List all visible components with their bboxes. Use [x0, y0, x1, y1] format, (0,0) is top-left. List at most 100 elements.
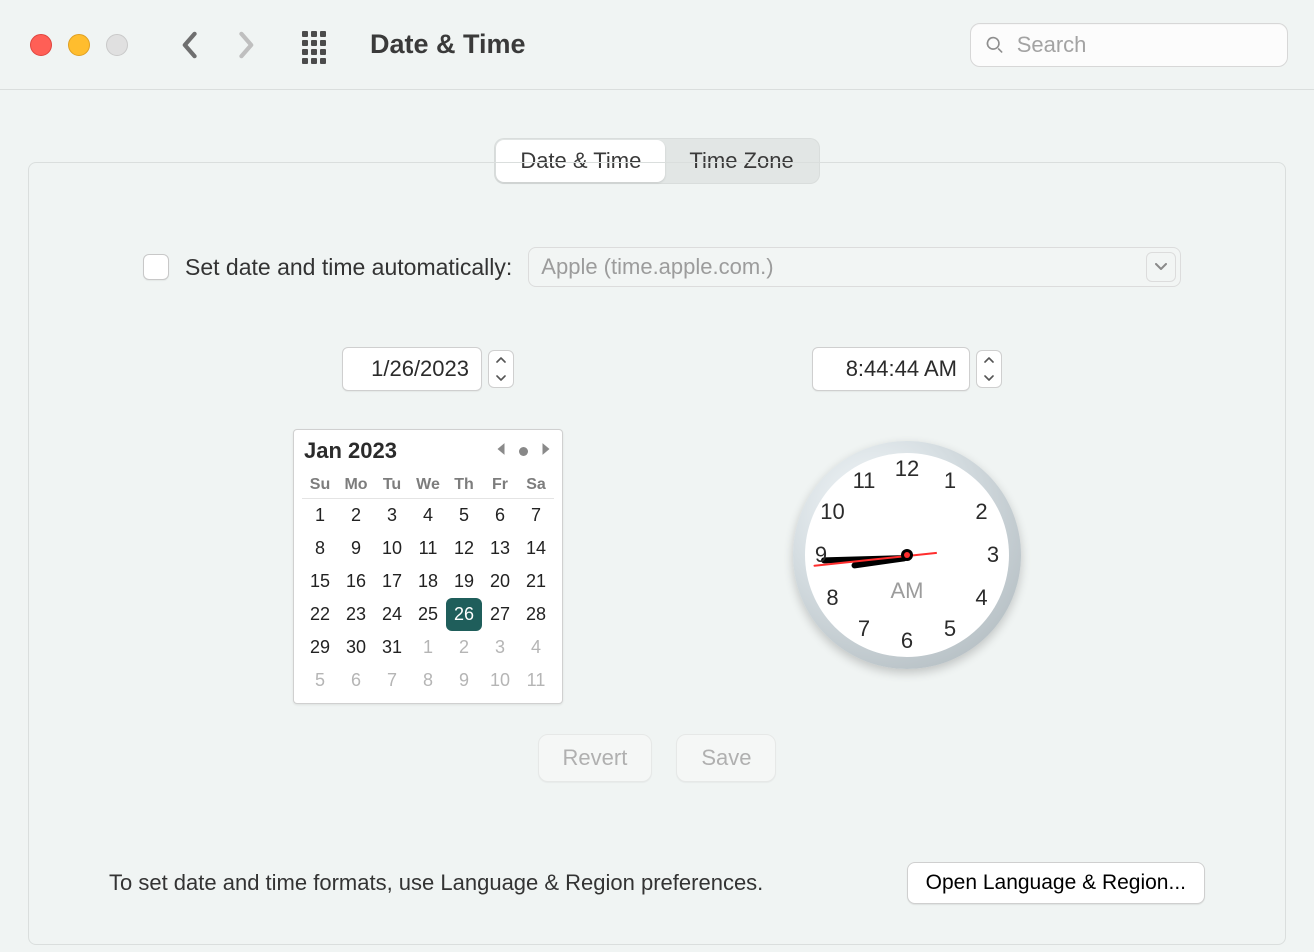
- footer-row: To set date and time formats, use Langua…: [109, 862, 1205, 904]
- search-icon: [985, 34, 1005, 56]
- clock-number: 12: [892, 456, 922, 482]
- show-all-button[interactable]: [302, 31, 330, 59]
- chevron-left-icon: [180, 31, 198, 59]
- calendar-day[interactable]: 20: [482, 565, 518, 598]
- date-field[interactable]: 1/26/2023: [342, 347, 482, 391]
- calendar-day[interactable]: 14: [518, 532, 554, 565]
- date-field-wrap: 1/26/2023: [342, 347, 514, 391]
- calendar-day[interactable]: 24: [374, 598, 410, 631]
- time-field-wrap: 8:44:44 AM: [812, 347, 1002, 391]
- calendar-day[interactable]: 5: [446, 499, 482, 532]
- calendar-day-of-week: We: [410, 470, 446, 499]
- clock-number: 4: [966, 585, 996, 611]
- minimize-window-button[interactable]: [68, 34, 90, 56]
- calendar-day[interactable]: 11: [518, 664, 554, 697]
- caret-up-icon: [496, 357, 506, 363]
- time-field[interactable]: 8:44:44 AM: [812, 347, 970, 391]
- time-server-dropdown-button[interactable]: [1146, 252, 1176, 282]
- calendar-day[interactable]: 29: [302, 631, 338, 664]
- calendar-day[interactable]: 27: [482, 598, 518, 631]
- time-step-up[interactable]: [977, 351, 1001, 369]
- calendar-next-button[interactable]: [540, 442, 552, 461]
- open-language-region-button[interactable]: Open Language & Region...: [907, 862, 1205, 904]
- auto-set-checkbox[interactable]: [143, 254, 169, 280]
- action-buttons: Revert Save: [109, 734, 1205, 782]
- calendar-day[interactable]: 2: [446, 631, 482, 664]
- chevron-down-icon: [1155, 263, 1167, 271]
- calendar-day[interactable]: 13: [482, 532, 518, 565]
- clock-number: 10: [818, 499, 848, 525]
- calendar-day[interactable]: 25: [410, 598, 446, 631]
- calendar-day[interactable]: 6: [482, 499, 518, 532]
- calendar-day-of-week: Th: [446, 470, 482, 499]
- auto-set-label: Set date and time automatically:: [185, 254, 512, 281]
- calendar-day[interactable]: 26: [446, 598, 482, 631]
- calendar-day[interactable]: 10: [482, 664, 518, 697]
- calendar-day[interactable]: 8: [302, 532, 338, 565]
- calendar-day[interactable]: 23: [338, 598, 374, 631]
- calendar-day[interactable]: 18: [410, 565, 446, 598]
- calendar-day[interactable]: 31: [374, 631, 410, 664]
- calendar-day[interactable]: 3: [374, 499, 410, 532]
- calendar-day[interactable]: 7: [374, 664, 410, 697]
- clock-number: 9: [806, 542, 836, 568]
- revert-button[interactable]: Revert: [538, 734, 653, 782]
- calendar-day[interactable]: 17: [374, 565, 410, 598]
- calendar-day[interactable]: 9: [338, 532, 374, 565]
- calendar-day[interactable]: 2: [338, 499, 374, 532]
- search-input[interactable]: [1015, 31, 1273, 59]
- calendar-day[interactable]: 1: [302, 499, 338, 532]
- calendar-day[interactable]: 10: [374, 532, 410, 565]
- analog-clock[interactable]: AM 121234567891011: [793, 441, 1021, 669]
- time-server-value: Apple (time.apple.com.): [541, 254, 773, 280]
- close-window-button[interactable]: [30, 34, 52, 56]
- caret-down-icon: [496, 375, 506, 381]
- calendar-day[interactable]: 15: [302, 565, 338, 598]
- calendar-day[interactable]: 19: [446, 565, 482, 598]
- calendar-day[interactable]: 1: [410, 631, 446, 664]
- time-server-combo[interactable]: Apple (time.apple.com.): [528, 247, 1181, 287]
- date-stepper[interactable]: [488, 350, 514, 388]
- analog-clock-wrap: AM 121234567891011: [793, 441, 1021, 669]
- calendar-day[interactable]: 28: [518, 598, 554, 631]
- calendar-day[interactable]: 4: [518, 631, 554, 664]
- time-stepper[interactable]: [976, 350, 1002, 388]
- save-button[interactable]: Save: [676, 734, 776, 782]
- calendar-day[interactable]: 5: [302, 664, 338, 697]
- calendar-day[interactable]: 16: [338, 565, 374, 598]
- time-step-down[interactable]: [977, 369, 1001, 387]
- titlebar: Date & Time: [0, 0, 1314, 90]
- calendar-day[interactable]: 6: [338, 664, 374, 697]
- calendar-day[interactable]: 22: [302, 598, 338, 631]
- calendar-month-label: Jan 2023: [302, 438, 495, 464]
- calendar-day[interactable]: 21: [518, 565, 554, 598]
- back-button[interactable]: [174, 30, 204, 60]
- window-controls: [30, 34, 128, 56]
- calendar-day[interactable]: 4: [410, 499, 446, 532]
- calendar-day-of-week: Sa: [518, 470, 554, 499]
- calendar-day[interactable]: 9: [446, 664, 482, 697]
- search-field[interactable]: [970, 23, 1288, 67]
- calendar-header: Jan 2023: [302, 438, 554, 464]
- clock-number: 3: [978, 542, 1008, 568]
- calendar-day[interactable]: 8: [410, 664, 446, 697]
- clock-number: 7: [849, 616, 879, 642]
- nav-arrows: [174, 30, 262, 60]
- calendar-day-of-week: Fr: [482, 470, 518, 499]
- calendar-day[interactable]: 3: [482, 631, 518, 664]
- calendar-day[interactable]: 30: [338, 631, 374, 664]
- calendar-day[interactable]: 11: [410, 532, 446, 565]
- caret-down-icon: [984, 375, 994, 381]
- date-step-down[interactable]: [489, 369, 513, 387]
- zoom-window-button[interactable]: [106, 34, 128, 56]
- forward-button[interactable]: [232, 30, 262, 60]
- calendar-today-button[interactable]: [519, 447, 528, 456]
- calendar-prev-button[interactable]: [495, 442, 507, 461]
- calendar-day-of-week: Mo: [338, 470, 374, 499]
- date-step-up[interactable]: [489, 351, 513, 369]
- calendar: Jan 2023 SuMoTuWeThFrSa12345678910111213…: [293, 429, 563, 704]
- triangle-left-icon: [495, 442, 507, 456]
- calendar-day[interactable]: 12: [446, 532, 482, 565]
- calendar-day[interactable]: 7: [518, 499, 554, 532]
- calendar-day-of-week: Su: [302, 470, 338, 499]
